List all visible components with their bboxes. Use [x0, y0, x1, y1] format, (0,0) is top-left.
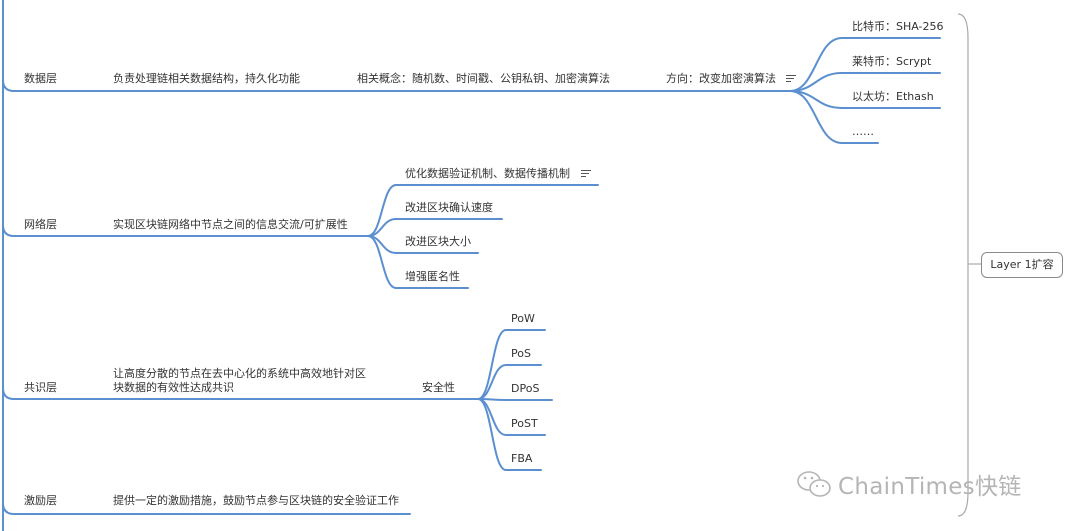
root-node: Layer 1扩容 [981, 252, 1063, 278]
algorithm-pow: PoW [511, 312, 535, 325]
layer-name-network: 网络层 [24, 218, 57, 231]
mindmap-canvas: 数据层 负责处理链相关数据结构，持久化功能 相关概念：随机数、时间戳、公钥私钥、… [0, 0, 1080, 531]
algorithm-post: PoST [511, 417, 538, 430]
algorithm-fba: FBA [511, 452, 533, 465]
security-node: 安全性 [422, 381, 455, 394]
edge-scrypt [789, 72, 941, 92]
layer-name-incentive: 激励层 [24, 494, 57, 507]
layer-desc-incentive: 提供一定的激励措施，鼓励节点参与区块链的安全验证工作 [113, 494, 399, 507]
layer-desc-consensus: 让高度分散的节点在去中心化的系统中高效地针对区块数据的有效性达成共识 [113, 367, 366, 394]
layer-name-data: 数据层 [24, 72, 57, 85]
edge-dpos [477, 398, 553, 401]
watermark: ChainTimes快链 [796, 466, 1022, 502]
direction-node: 方向：改变加密演算法 [666, 72, 776, 85]
algorithm-dpos: DPoS [511, 382, 540, 395]
layer-desc-network: 实现区块链网络中节点之间的信息交流/可扩展性 [113, 218, 348, 231]
network-item: 增强匿名性 [405, 270, 460, 283]
edge-net-item-2 [367, 218, 503, 237]
network-item: 改进区块确认速度 [405, 201, 493, 214]
network-item: 改进区块大小 [405, 235, 471, 248]
example-sha256: 比特币：SHA-256 [852, 20, 944, 33]
layer-desc-data: 负责处理链相关数据结构，持久化功能 [113, 72, 300, 85]
root-bracket [957, 13, 969, 517]
example-more: …… [852, 125, 874, 138]
layer-name-consensus: 共识层 [24, 381, 57, 394]
network-item: 优化数据验证机制、数据传播机制 [405, 167, 570, 180]
wechat-icon [797, 471, 831, 497]
algorithm-pos: PoS [511, 347, 531, 360]
note-icon [786, 75, 796, 83]
note-icon [581, 170, 591, 178]
watermark-text: ChainTimes快链 [838, 474, 1022, 500]
example-ethash: 以太坊：Ethash [852, 90, 934, 103]
example-scrypt: 莱特币：Scrypt [852, 55, 932, 68]
concept-node: 相关概念：随机数、时间戳、公钥私钥、加密演算法 [357, 72, 610, 85]
